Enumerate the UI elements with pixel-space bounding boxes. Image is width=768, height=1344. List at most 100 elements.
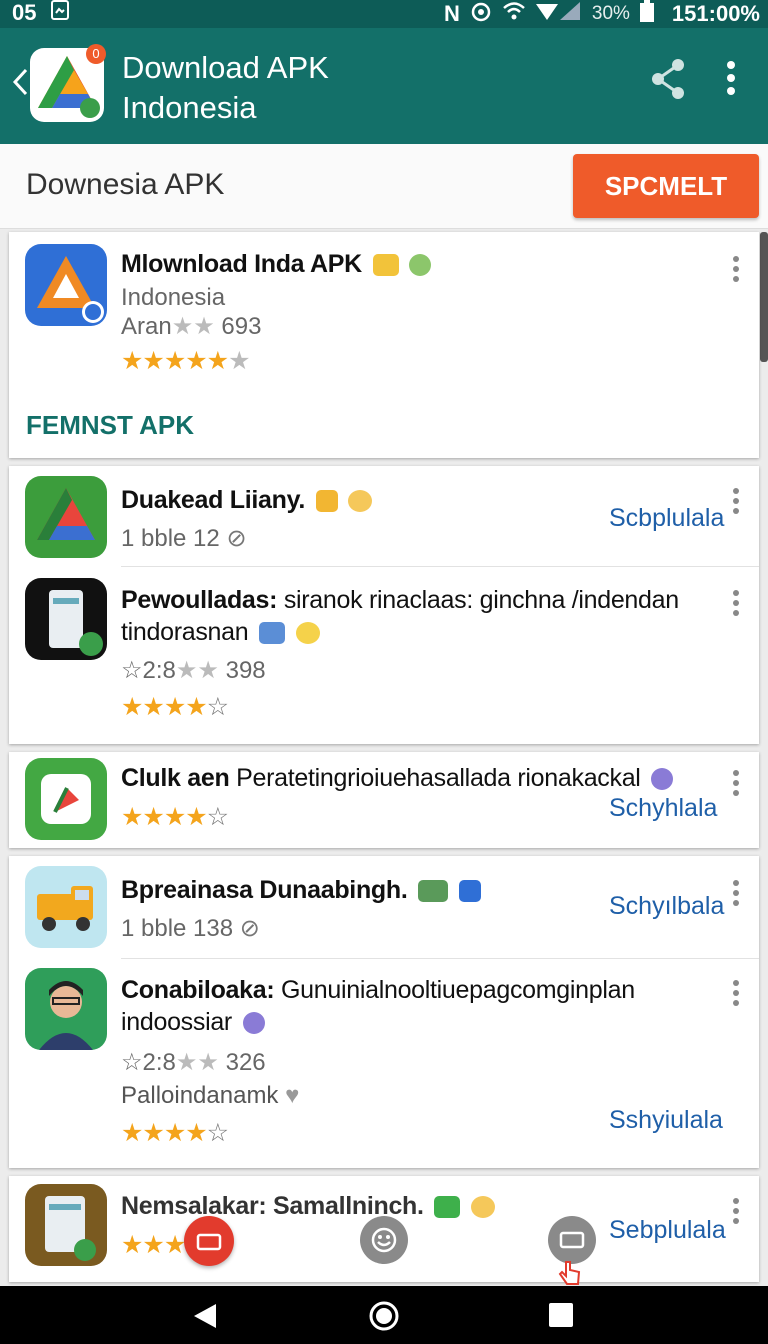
app-icon-drive-green — [25, 476, 107, 558]
notification-badge: 0 — [86, 44, 106, 64]
card-menu-icon[interactable] — [733, 880, 739, 910]
app-card-1[interactable]: Mlownload Inda APK Indonesia Aran★★ 693 … — [9, 232, 759, 458]
card-menu-icon[interactable] — [733, 980, 739, 1010]
app-icon-truck — [25, 866, 107, 948]
app-extra-text: Palloindanamk — [121, 1082, 279, 1109]
card-menu-icon[interactable] — [733, 770, 739, 800]
link-icon: ⊘ — [226, 525, 247, 552]
star-rating: ★★★★☆ — [121, 693, 229, 721]
app-description-2: tindorasnan — [121, 618, 320, 647]
app-card-2[interactable]: Duakead Liiany. 1 bble 12 ⊘ Scbplulala P… — [9, 466, 759, 744]
nav-home-icon[interactable] — [368, 1300, 400, 1337]
nav-recents-icon[interactable] — [548, 1302, 574, 1333]
app-description: Conabiloaka: Gunuinialnooltiuepagcomginp… — [121, 976, 635, 1005]
app-name: Nemsalakar: Samallninch. — [121, 1192, 495, 1221]
card-menu-icon[interactable] — [733, 1198, 739, 1228]
back-arrow-icon[interactable] — [12, 68, 28, 103]
rating-count: 326 — [225, 1049, 266, 1076]
search-bar: Downesia APK SPCMELT — [0, 144, 768, 229]
app-title-line1: Download APK — [122, 50, 329, 85]
divider — [121, 566, 759, 567]
app-desc-line2: tindorasnan — [121, 618, 249, 646]
fab-gray-card[interactable] — [548, 1216, 596, 1264]
app-name: Bpreainasa Dunaabingh. — [121, 876, 481, 905]
star-rating: ★★★★☆ — [121, 803, 229, 831]
app-desc-line2: indoossiar — [121, 1008, 232, 1036]
app-icon-tablet — [25, 1184, 107, 1266]
status-bar: 05 N 30% 151:00% — [0, 0, 768, 28]
app-name: Mlownload Inda APK — [121, 250, 432, 279]
star-rating: ★★★★★★ — [121, 347, 251, 375]
app-name: Duakead Liiany. — [121, 486, 373, 515]
rating-count: 398 — [225, 657, 266, 684]
app-bar: 0 Download APK Indonesia — [0, 28, 768, 144]
app-subtitle: 1 bble 12 ⊘ — [121, 524, 247, 553]
link-icon: ⊘ — [239, 915, 260, 942]
face-emoji-icon — [295, 622, 320, 645]
rating-count: 693 — [221, 313, 262, 340]
nav-back-icon[interactable] — [192, 1302, 218, 1335]
app-avatar-person — [25, 968, 107, 1050]
app-description-2: indoossiar — [121, 1008, 265, 1037]
card-menu-icon[interactable] — [733, 590, 739, 620]
divider — [121, 958, 759, 959]
app-icon-drive-blue — [25, 244, 107, 326]
card-menu-icon[interactable] — [733, 488, 739, 518]
install-action[interactable]: Sebplulala — [609, 1216, 726, 1245]
nfc-icon: N — [444, 1, 460, 26]
app-name-text: Bpreainasa Dunaabingh. — [121, 876, 408, 904]
envelope-emoji-icon — [372, 254, 399, 277]
app-name-text: Duakead Liiany. — [121, 486, 305, 514]
pencil-emoji-icon — [242, 1012, 265, 1035]
app-icon-phone — [25, 578, 107, 660]
search-query[interactable]: Downesia APK — [26, 168, 224, 202]
install-action[interactable]: Scbplulala — [609, 504, 724, 533]
app-subtitle-text: 1 bble 138 — [121, 915, 234, 942]
star-rating: ★★★★☆ — [121, 1119, 229, 1147]
app-card-4[interactable]: Bpreainasa Dunaabingh. 1 bble 138 ⊘ Schy… — [9, 856, 759, 1168]
app-title-line2: Indonesia — [122, 90, 257, 125]
tv-icon — [196, 1233, 222, 1251]
fab-red-tv[interactable] — [184, 1216, 234, 1266]
install-action[interactable]: Sshyiulala — [609, 1106, 723, 1135]
section-title: FEMNST APK — [26, 410, 195, 440]
battery-icon — [639, 0, 654, 28]
app-subtitle: Indonesia — [121, 284, 226, 311]
share-icon[interactable] — [650, 58, 686, 105]
card-icon — [559, 1231, 585, 1249]
scrollbar[interactable] — [760, 232, 768, 362]
search-button[interactable]: SPCMELT — [573, 154, 759, 218]
status-clock: 151:00% — [671, 1, 760, 26]
status-time-left: 05 — [12, 0, 37, 25]
overflow-menu-icon[interactable] — [726, 60, 736, 101]
face-emoji-icon — [409, 254, 432, 277]
app-rating-count: Aran★★ 693 — [121, 313, 262, 340]
install-action[interactable]: Schyhlala — [609, 794, 717, 823]
system-nav-bar — [0, 1286, 768, 1344]
app-desc-line1: siranok rinaclaas: ginchna /indendan — [283, 586, 679, 614]
people-emoji-icon — [418, 880, 449, 903]
rating-prefix: 2:8 — [142, 657, 176, 684]
face-emoji-icon — [470, 1196, 495, 1219]
wifi-icon — [502, 1, 526, 27]
car-emoji-icon — [259, 622, 286, 645]
rating-prefix: 2:8 — [142, 1049, 176, 1076]
app-card-3[interactable]: Clulk aen Peratetingrioiuehasallada rion… — [9, 752, 759, 848]
app-rating-count: ☆2:8★★ 398 — [121, 657, 266, 684]
app-name-text: Conabiloaka: — [121, 976, 275, 1004]
install-action[interactable]: Schyılbala — [609, 892, 724, 921]
card-menu-icon[interactable] — [733, 256, 739, 286]
fab-smile[interactable] — [360, 1216, 408, 1264]
screenshot-icon — [50, 0, 70, 26]
heart-icon: ♥ — [285, 1082, 300, 1109]
alarm-icon — [470, 0, 492, 28]
app-icon-compass — [25, 758, 107, 840]
app-description: Pewoulladas: siranok rinaclaas: ginchna … — [121, 586, 679, 615]
app-rating-count: ☆2:8★★ 326 — [121, 1049, 266, 1076]
smile-icon — [371, 1227, 397, 1253]
pencil-emoji-icon — [651, 768, 674, 791]
app-desc-line1: Peratetingrioiuehasallada rionakackal — [236, 764, 641, 792]
app-extra-label: Palloindanamk ♥ — [121, 1082, 299, 1110]
rating-prefix: Aran — [121, 313, 172, 340]
app-desc-line1: Gunuinialnooltiuepagcomginplan — [281, 976, 635, 1004]
